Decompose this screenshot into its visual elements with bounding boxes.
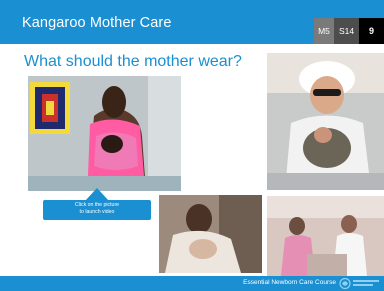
launch-video-label: Click on the picture to launch video — [43, 202, 151, 216]
slide: Kangaroo Mother Care M5 S14 9 What shoul… — [0, 0, 384, 291]
launch-video-button[interactable]: Click on the picture to launch video — [43, 200, 151, 220]
session-tag: S14 — [334, 18, 359, 44]
slide-subtitle: What should the mother wear? — [24, 53, 242, 70]
page-number-tag: 9 — [359, 18, 384, 44]
mother-white-hat-photo — [267, 53, 384, 190]
launch-video-label-line1: Click on the picture — [74, 202, 120, 208]
organization-logo-icon — [339, 277, 379, 290]
launch-video-label-line2: to launch video — [79, 209, 115, 215]
course-name: Essential Newborn Care Course — [243, 279, 336, 286]
slide-footer: Essential Newborn Care Course — [0, 276, 384, 291]
mother-pink-wrap-photo[interactable] — [28, 76, 181, 191]
slide-title: Kangaroo Mother Care — [22, 15, 172, 31]
mother-in-bed-photo — [159, 195, 262, 273]
nurse-and-mothers-photo — [267, 196, 384, 276]
module-tag: M5 — [314, 18, 334, 44]
